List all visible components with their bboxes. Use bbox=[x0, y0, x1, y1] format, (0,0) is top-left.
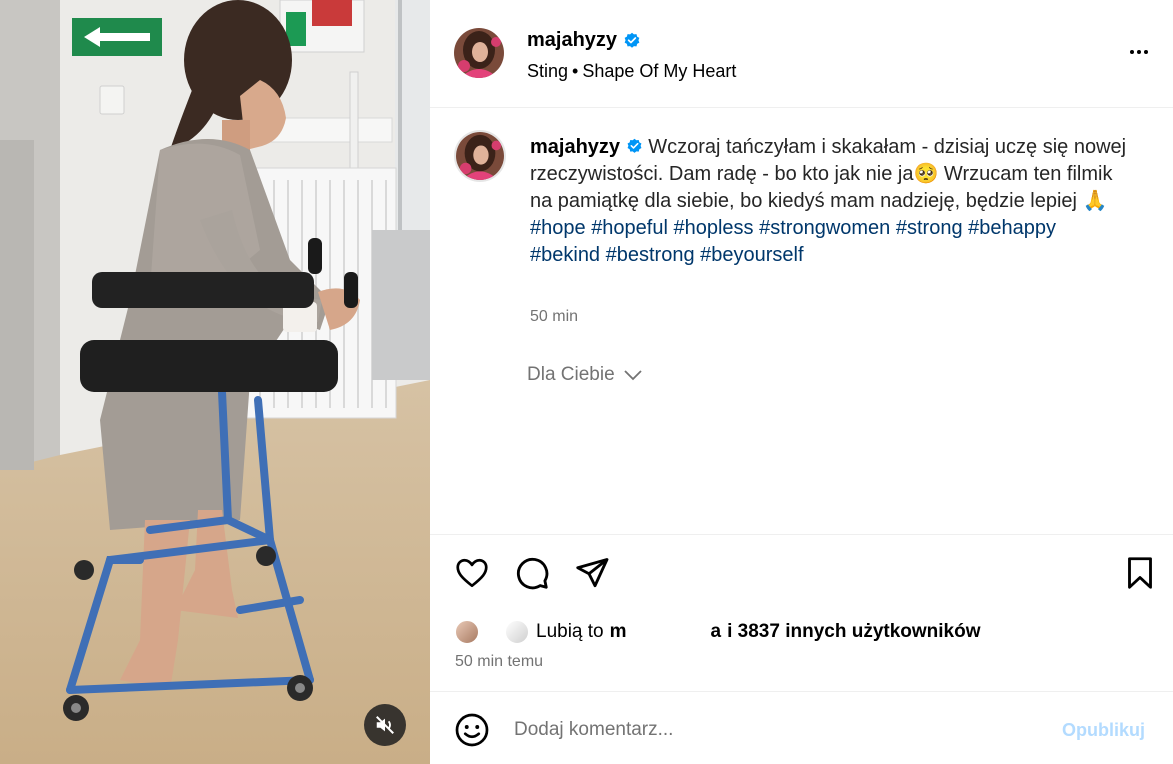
audio-attribution[interactable]: Sting • Shape Of My Heart bbox=[527, 61, 736, 82]
for-you-dropdown[interactable]: Dla Ciebie bbox=[527, 364, 643, 386]
hashtag[interactable]: #hope bbox=[530, 217, 586, 239]
audio-artist: Sting bbox=[527, 61, 569, 81]
heart-icon[interactable] bbox=[454, 555, 490, 591]
avatar-image bbox=[454, 28, 504, 78]
emoji-icon[interactable] bbox=[454, 712, 490, 748]
likes-user-start[interactable]: m bbox=[610, 621, 627, 643]
hashtag[interactable]: #hopless bbox=[674, 217, 754, 239]
verified-badge-icon bbox=[627, 138, 642, 153]
audio-separator: • bbox=[572, 61, 579, 81]
audio-track: Shape Of My Heart bbox=[582, 61, 737, 81]
caption-text: majahyzy Wczoraj tańczyłam i skakałam - … bbox=[530, 134, 1130, 269]
publish-button[interactable]: Opublikuj bbox=[1062, 720, 1145, 741]
bookmark-icon[interactable] bbox=[1122, 555, 1158, 591]
post-timestamp: 50 min temu bbox=[455, 653, 544, 670]
post-actions: Lubią to m a i 3837 innych użytkowników … bbox=[430, 534, 1173, 692]
chevron-down-icon bbox=[624, 370, 642, 381]
caption-timestamp: 50 min bbox=[530, 308, 579, 325]
author-username[interactable]: majahyzy bbox=[527, 29, 641, 52]
hashtag[interactable]: #strongwomen bbox=[759, 217, 890, 239]
hashtag[interactable]: #hopeful bbox=[591, 217, 668, 239]
hashtag[interactable]: #behappy bbox=[968, 217, 1056, 239]
hashtag[interactable]: #beyourself bbox=[700, 244, 803, 266]
likes-count-text[interactable]: i 3837 innych użytkowników bbox=[727, 621, 980, 643]
more-options-icon[interactable] bbox=[1124, 40, 1154, 64]
likes-summary[interactable]: Lubią to m a i 3837 innych użytkowników bbox=[454, 619, 981, 645]
post-panel: majahyzy Sting • Shape Of My Heart majah… bbox=[430, 0, 1173, 764]
comment-icon[interactable] bbox=[514, 555, 550, 591]
hashtag[interactable]: #strong bbox=[896, 217, 963, 239]
comment-input[interactable] bbox=[514, 714, 1034, 746]
comment-bar: Opublikuj bbox=[430, 692, 1173, 764]
for-you-label: Dla Ciebie bbox=[527, 364, 615, 385]
likes-prefix: Lubią to bbox=[536, 621, 604, 642]
post-header: majahyzy Sting • Shape Of My Heart bbox=[430, 0, 1173, 108]
share-icon[interactable] bbox=[574, 555, 610, 591]
verified-badge-icon bbox=[624, 32, 640, 48]
username-text: majahyzy bbox=[527, 29, 618, 51]
caption-author-avatar[interactable] bbox=[454, 130, 506, 182]
liker-avatar bbox=[454, 619, 480, 645]
avatar-image bbox=[456, 132, 504, 180]
author-avatar[interactable] bbox=[454, 28, 504, 78]
caption-body: Wczoraj tańczyłam i skakałam - dzisiaj u… bbox=[530, 136, 1127, 212]
speaker-muted-icon bbox=[376, 716, 394, 734]
likes-user-end[interactable]: a bbox=[711, 621, 722, 643]
mute-button[interactable] bbox=[364, 704, 406, 746]
caption-section: majahyzy Wczoraj tańczyłam i skakałam - … bbox=[430, 108, 1173, 534]
liker-avatar bbox=[504, 619, 530, 645]
liker-avatars bbox=[454, 619, 530, 645]
caption-username[interactable]: majahyzy bbox=[530, 136, 620, 158]
video-frame-image bbox=[0, 0, 430, 764]
hashtag[interactable]: #bekind bbox=[530, 244, 600, 266]
post-video[interactable] bbox=[0, 0, 430, 764]
hashtag[interactable]: #bestrong bbox=[606, 244, 695, 266]
